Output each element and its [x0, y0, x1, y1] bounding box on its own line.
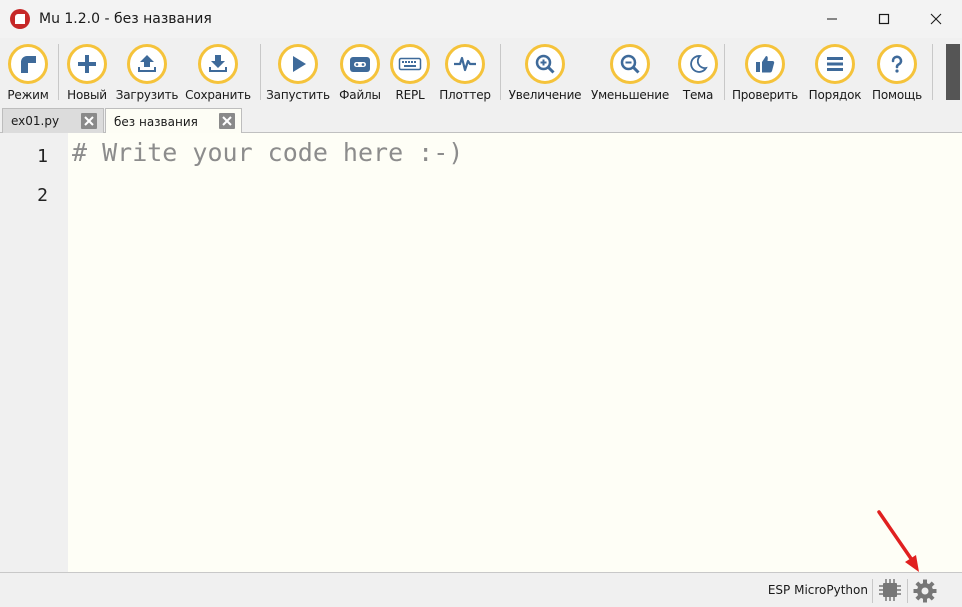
mode-icon: [21, 56, 36, 73]
load-label: Загрузить: [115, 88, 179, 102]
plus-icon: [78, 55, 96, 73]
window-title: Mu 1.2.0 - без названия: [39, 11, 212, 27]
upload-icon: [138, 55, 156, 72]
mode-label: Режим: [7, 88, 49, 102]
moon-icon: [690, 55, 708, 73]
tab-bar: ex01.py без названия: [0, 108, 962, 134]
question-icon: [891, 55, 903, 73]
line-number: 1: [37, 146, 48, 167]
save-button[interactable]: Сохранить: [178, 44, 258, 102]
load-button[interactable]: Загрузить: [107, 44, 187, 102]
toolbar: Режим Новый Загрузить Сохранить Запустит…: [0, 38, 962, 104]
device-icon: [350, 57, 370, 72]
plotter-button[interactable]: Плоттер: [425, 44, 505, 102]
toolbar-separator: [500, 44, 501, 100]
zoom-in-icon: [535, 54, 555, 74]
new-label: Новый: [67, 88, 107, 102]
chip-icon[interactable]: [878, 578, 902, 602]
tab-close-button[interactable]: [219, 113, 235, 129]
theme-label: Тема: [682, 88, 714, 102]
download-icon: [209, 55, 227, 72]
zoom-out-icon: [620, 54, 640, 74]
toolbar-overflow-handle[interactable]: [946, 44, 960, 100]
keyboard-icon: [398, 57, 422, 71]
help-label: Помощь: [872, 88, 922, 102]
zoom-in-label: Увеличение: [508, 88, 582, 102]
status-separator: [907, 579, 908, 603]
line-number-gutter: 1 2: [0, 133, 68, 572]
close-button[interactable]: [910, 0, 962, 38]
code-editor[interactable]: 1 2 # Write your code here :-): [0, 133, 962, 572]
check-label: Проверить: [731, 88, 799, 102]
title-bar: Mu 1.2.0 - без названия: [0, 0, 962, 38]
save-label: Сохранить: [185, 88, 251, 102]
maximize-icon: [878, 13, 890, 25]
thumbs-up-icon: [756, 56, 775, 73]
close-icon: [222, 116, 232, 126]
tab-untitled[interactable]: без названия: [105, 108, 242, 134]
play-icon: [293, 56, 306, 72]
help-button[interactable]: Помощь: [857, 44, 937, 102]
mu-logo-icon: [10, 9, 30, 29]
tidy-label: Порядок: [808, 88, 862, 102]
mode-indicator: ESP MicroPython: [767, 583, 868, 597]
check-button[interactable]: Проверить: [725, 44, 805, 102]
tab-close-button[interactable]: [81, 113, 97, 129]
status-bar: ESP MicroPython: [0, 572, 962, 607]
line-number: 2: [37, 185, 48, 206]
gear-icon[interactable]: [912, 578, 938, 604]
toolbar-separator: [932, 44, 933, 100]
minimize-icon: [827, 18, 837, 20]
minimize-button[interactable]: [806, 0, 858, 38]
pulse-icon: [454, 56, 476, 72]
window-controls: [806, 0, 962, 38]
close-icon: [930, 13, 942, 25]
code-line[interactable]: # Write your code here :-): [72, 138, 463, 167]
lines-icon: [827, 57, 843, 71]
repl-label: REPL: [395, 88, 425, 102]
close-icon: [84, 116, 94, 126]
status-separator: [872, 579, 873, 603]
maximize-button[interactable]: [858, 0, 910, 38]
tab-label: ex01.py: [11, 114, 60, 128]
plotter-label: Плоттер: [439, 88, 491, 102]
tab-label: без названия: [114, 114, 198, 129]
tab-ex01[interactable]: ex01.py: [2, 108, 104, 133]
zoom-in-button[interactable]: Увеличение: [505, 44, 585, 102]
